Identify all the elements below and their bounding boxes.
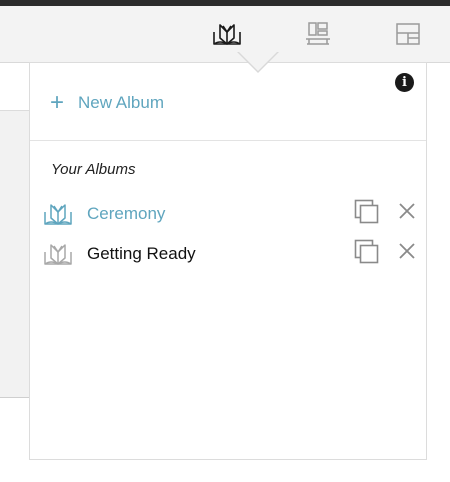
left-background-panel: [0, 110, 30, 398]
album-book-icon: [43, 201, 73, 232]
albums-tool-button[interactable]: [212, 20, 242, 48]
info-icon[interactable]: i: [395, 73, 414, 92]
plus-icon: +: [50, 89, 65, 116]
new-album-button[interactable]: + New Album: [50, 91, 164, 115]
close-icon[interactable]: [398, 242, 416, 265]
page-layout-tool-button[interactable]: [393, 20, 423, 48]
album-name: Ceremony: [87, 204, 166, 223]
close-icon[interactable]: [398, 202, 416, 225]
left-background-strip: [0, 63, 30, 109]
your-albums-heading: Your Albums: [51, 161, 136, 178]
album-name: Getting Ready: [87, 244, 196, 263]
popover-caret: [238, 51, 278, 71]
album-item-getting-ready[interactable]: Getting Ready: [30, 237, 426, 273]
duplicate-icon[interactable]: [354, 199, 380, 230]
new-album-label: New Album: [78, 93, 164, 112]
duplicate-icon[interactable]: [354, 239, 380, 270]
albums-popover: i + New Album Your Albums Ceremony Getti…: [29, 51, 427, 460]
album-book-icon: [43, 241, 73, 272]
toolbar: [0, 6, 450, 63]
album-book-icon: [213, 24, 241, 45]
spread-layout-tool-button[interactable]: [303, 20, 333, 48]
page-layout-icon: [396, 23, 420, 45]
divider: [30, 140, 426, 141]
album-item-ceremony[interactable]: Ceremony: [30, 197, 426, 233]
spread-layout-icon: [306, 22, 330, 45]
